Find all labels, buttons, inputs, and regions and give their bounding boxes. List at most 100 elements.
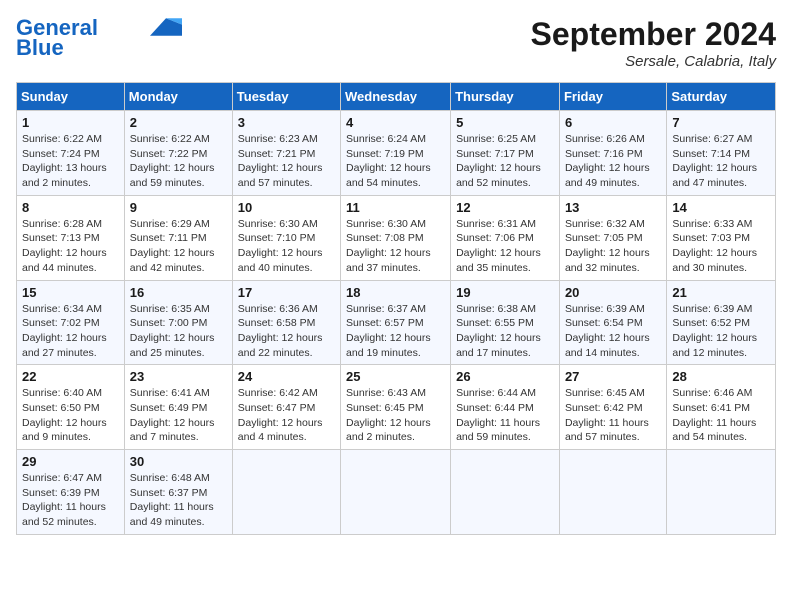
day-info: Sunrise: 6:22 AMSunset: 7:24 PMDaylight:… (22, 132, 119, 191)
day-number: 30 (130, 454, 227, 469)
calendar-cell: 4 Sunrise: 6:24 AMSunset: 7:19 PMDaylight… (341, 111, 451, 196)
calendar-week-5: 29Sunrise: 6:47 AMSunset: 6:39 PMDayligh… (17, 450, 776, 535)
day-number: 10 (238, 200, 335, 215)
day-number: 2 (130, 115, 227, 130)
calendar-cell: 7 Sunrise: 6:27 AMSunset: 7:14 PMDaylight… (667, 111, 776, 196)
calendar-table: SundayMondayTuesdayWednesdayThursdayFrid… (16, 82, 776, 535)
calendar-cell: 10 Sunrise: 6:30 AMSunset: 7:10 PMDayligh… (232, 195, 340, 280)
calendar-cell: 27 Sunrise: 6:45 AMSunset: 6:42 PMDayligh… (559, 365, 666, 450)
calendar-cell: 17 Sunrise: 6:36 AMSunset: 6:58 PMDayligh… (232, 280, 340, 365)
day-info: Sunrise: 6:24 AMSunset: 7:19 PMDaylight:… (346, 132, 445, 191)
calendar-cell: 2 Sunrise: 6:22 AMSunset: 7:22 PMDaylight… (124, 111, 232, 196)
logo: General Blue (16, 16, 182, 60)
day-number: 25 (346, 369, 445, 384)
day-number: 3 (238, 115, 335, 130)
calendar-week-3: 15 Sunrise: 6:34 AMSunset: 7:02 PMDayligh… (17, 280, 776, 365)
calendar-cell: 30 Sunrise: 6:48 AMSunset: 6:37 PMDayligh… (124, 450, 232, 535)
day-info: Sunrise: 6:43 AMSunset: 6:45 PMDaylight:… (346, 386, 445, 445)
day-header-friday: Friday (559, 83, 666, 111)
calendar-cell (451, 450, 560, 535)
day-info: Sunrise: 6:23 AMSunset: 7:21 PMDaylight:… (238, 132, 335, 191)
calendar-cell (341, 450, 451, 535)
day-number: 1 (22, 115, 119, 130)
day-number: 11 (346, 200, 445, 215)
day-info: Sunrise: 6:45 AMSunset: 6:42 PMDaylight:… (565, 386, 661, 445)
day-info: Sunrise: 6:39 AMSunset: 6:54 PMDaylight:… (565, 302, 661, 361)
month-title: September 2024 (531, 16, 776, 53)
calendar-cell: 11 Sunrise: 6:30 AMSunset: 7:08 PMDayligh… (341, 195, 451, 280)
day-header-wednesday: Wednesday (341, 83, 451, 111)
day-number: 22 (22, 369, 119, 384)
calendar-cell: 21Sunrise: 6:39 AMSunset: 6:52 PMDayligh… (667, 280, 776, 365)
day-number: 15 (22, 285, 119, 300)
day-number: 21 (672, 285, 770, 300)
day-number: 26 (456, 369, 554, 384)
day-info: Sunrise: 6:42 AMSunset: 6:47 PMDaylight:… (238, 386, 335, 445)
day-number: 23 (130, 369, 227, 384)
calendar-cell: 5 Sunrise: 6:25 AMSunset: 7:17 PMDaylight… (451, 111, 560, 196)
calendar-cell: 28Sunrise: 6:46 AMSunset: 6:41 PMDayligh… (667, 365, 776, 450)
calendar-cell: 18Sunrise: 6:37 AMSunset: 6:57 PMDayligh… (341, 280, 451, 365)
calendar-week-1: 1 Sunrise: 6:22 AMSunset: 7:24 PMDaylight… (17, 111, 776, 196)
day-number: 5 (456, 115, 554, 130)
logo-icon (150, 18, 182, 36)
calendar-cell: 26 Sunrise: 6:44 AMSunset: 6:44 PMDayligh… (451, 365, 560, 450)
day-info: Sunrise: 6:31 AMSunset: 7:06 PMDaylight:… (456, 217, 554, 276)
calendar-week-2: 8Sunrise: 6:28 AMSunset: 7:13 PMDaylight… (17, 195, 776, 280)
day-header-thursday: Thursday (451, 83, 560, 111)
calendar-cell: 9Sunrise: 6:29 AMSunset: 7:11 PMDaylight… (124, 195, 232, 280)
day-info: Sunrise: 6:30 AMSunset: 7:08 PMDaylight:… (346, 217, 445, 276)
day-header-tuesday: Tuesday (232, 83, 340, 111)
day-info: Sunrise: 6:48 AMSunset: 6:37 PMDaylight:… (130, 471, 227, 530)
day-info: Sunrise: 6:33 AMSunset: 7:03 PMDaylight:… (672, 217, 770, 276)
day-number: 19 (456, 285, 554, 300)
day-info: Sunrise: 6:40 AMSunset: 6:50 PMDaylight:… (22, 386, 119, 445)
calendar-cell (559, 450, 666, 535)
location: Sersale, Calabria, Italy (531, 53, 776, 70)
day-info: Sunrise: 6:30 AMSunset: 7:10 PMDaylight:… (238, 217, 335, 276)
calendar-cell: 12 Sunrise: 6:31 AMSunset: 7:06 PMDayligh… (451, 195, 560, 280)
title-block: September 2024 Sersale, Calabria, Italy (531, 16, 776, 70)
day-number: 14 (672, 200, 770, 215)
calendar-cell: 13Sunrise: 6:32 AMSunset: 7:05 PMDayligh… (559, 195, 666, 280)
day-number: 20 (565, 285, 661, 300)
calendar-cell: 8Sunrise: 6:28 AMSunset: 7:13 PMDaylight… (17, 195, 125, 280)
day-info: Sunrise: 6:35 AMSunset: 7:00 PMDaylight:… (130, 302, 227, 361)
calendar-cell: 3 Sunrise: 6:23 AMSunset: 7:21 PMDaylight… (232, 111, 340, 196)
day-number: 7 (672, 115, 770, 130)
day-info: Sunrise: 6:25 AMSunset: 7:17 PMDaylight:… (456, 132, 554, 191)
day-info: Sunrise: 6:26 AMSunset: 7:16 PMDaylight:… (565, 132, 661, 191)
day-number: 6 (565, 115, 661, 130)
calendar-cell: 25 Sunrise: 6:43 AMSunset: 6:45 PMDayligh… (341, 365, 451, 450)
calendar-cell: 29Sunrise: 6:47 AMSunset: 6:39 PMDayligh… (17, 450, 125, 535)
calendar-week-4: 22 Sunrise: 6:40 AMSunset: 6:50 PMDayligh… (17, 365, 776, 450)
calendar-cell: 23Sunrise: 6:41 AMSunset: 6:49 PMDayligh… (124, 365, 232, 450)
day-number: 4 (346, 115, 445, 130)
day-info: Sunrise: 6:34 AMSunset: 7:02 PMDaylight:… (22, 302, 119, 361)
calendar-cell: 24 Sunrise: 6:42 AMSunset: 6:47 PMDayligh… (232, 365, 340, 450)
logo-blue-text: Blue (16, 35, 64, 60)
calendar-cell: 20 Sunrise: 6:39 AMSunset: 6:54 PMDayligh… (559, 280, 666, 365)
day-header-saturday: Saturday (667, 83, 776, 111)
day-info: Sunrise: 6:27 AMSunset: 7:14 PMDaylight:… (672, 132, 770, 191)
calendar-cell (667, 450, 776, 535)
calendar-cell: 15 Sunrise: 6:34 AMSunset: 7:02 PMDayligh… (17, 280, 125, 365)
calendar-cell: 14 Sunrise: 6:33 AMSunset: 7:03 PMDayligh… (667, 195, 776, 280)
page-header: General Blue September 2024 Sersale, Cal… (16, 16, 776, 70)
day-number: 17 (238, 285, 335, 300)
day-info: Sunrise: 6:46 AMSunset: 6:41 PMDaylight:… (672, 386, 770, 445)
day-header-sunday: Sunday (17, 83, 125, 111)
day-info: Sunrise: 6:32 AMSunset: 7:05 PMDaylight:… (565, 217, 661, 276)
calendar-cell: 16 Sunrise: 6:35 AMSunset: 7:00 PMDayligh… (124, 280, 232, 365)
day-info: Sunrise: 6:44 AMSunset: 6:44 PMDaylight:… (456, 386, 554, 445)
day-number: 27 (565, 369, 661, 384)
calendar-cell: 1 Sunrise: 6:22 AMSunset: 7:24 PMDaylight… (17, 111, 125, 196)
day-number: 24 (238, 369, 335, 384)
day-number: 29 (22, 454, 119, 469)
day-info: Sunrise: 6:22 AMSunset: 7:22 PMDaylight:… (130, 132, 227, 191)
day-info: Sunrise: 6:36 AMSunset: 6:58 PMDaylight:… (238, 302, 335, 361)
day-number: 12 (456, 200, 554, 215)
day-info: Sunrise: 6:28 AMSunset: 7:13 PMDaylight:… (22, 217, 119, 276)
calendar-cell (232, 450, 340, 535)
day-number: 16 (130, 285, 227, 300)
